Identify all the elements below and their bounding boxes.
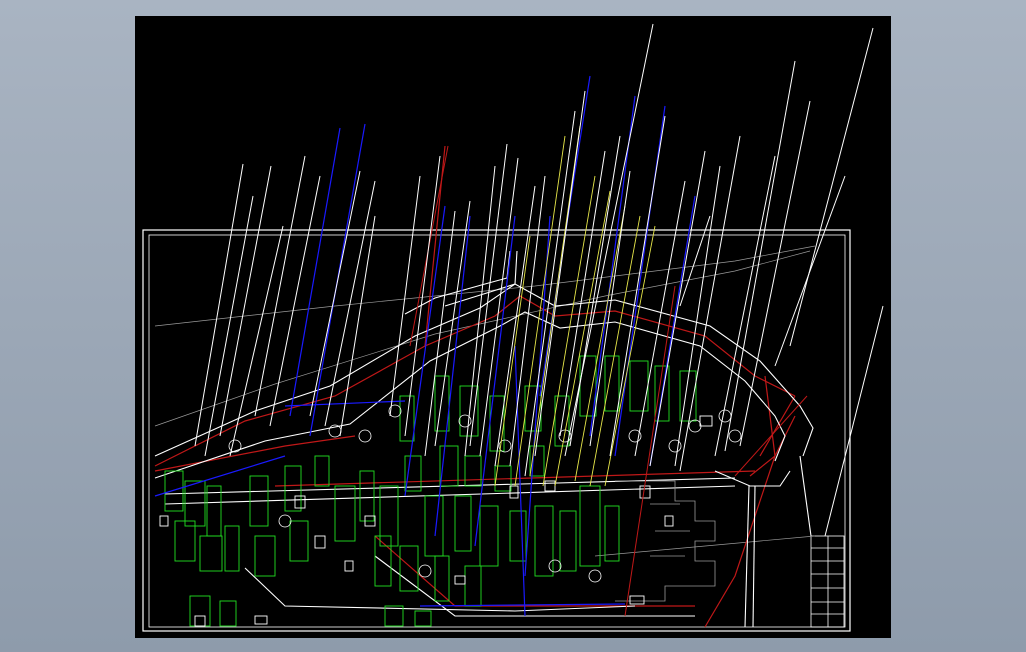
leader-line-33 xyxy=(824,305,884,537)
leader-line-29 xyxy=(714,155,776,457)
road-edges xyxy=(154,250,814,628)
tree-symbol-11 xyxy=(548,559,562,573)
tree-symbol-12 xyxy=(588,569,602,583)
site-plan-drawing xyxy=(142,23,884,632)
building-block-13 xyxy=(379,485,399,547)
leader-line-11 xyxy=(424,210,456,457)
tree-symbol-8 xyxy=(718,409,732,423)
building-block-3 xyxy=(174,520,196,562)
lot-outline-11 xyxy=(629,595,645,605)
building-block-41 xyxy=(219,600,237,627)
drawing-inner-border xyxy=(148,234,846,628)
tree-symbol-10 xyxy=(418,564,432,578)
building-block-34 xyxy=(534,505,554,577)
generated-layers xyxy=(154,23,884,627)
building-block-27 xyxy=(629,360,649,412)
leader-line-34 xyxy=(774,175,846,367)
cad-drawing-viewport[interactable] xyxy=(135,16,891,638)
lot-outline-0 xyxy=(159,515,169,527)
building-block-45 xyxy=(464,565,482,607)
building-block-31 xyxy=(454,495,472,552)
building-block-39 xyxy=(399,545,419,592)
building-block-30 xyxy=(424,495,444,557)
leader-line-26 xyxy=(649,150,706,467)
lot-outline-12 xyxy=(194,615,206,627)
terrain-lines xyxy=(154,245,816,557)
building-block-2 xyxy=(206,485,222,537)
pipe-line-4 xyxy=(474,215,516,547)
building-block-9 xyxy=(289,520,309,562)
leader-line-32 xyxy=(789,27,874,347)
lot-outline-10 xyxy=(699,415,713,427)
leader-line-30 xyxy=(724,60,796,452)
building-block-11 xyxy=(334,485,356,542)
leader-line-28 xyxy=(679,135,741,472)
building-block-18 xyxy=(459,385,479,437)
leader-line-27 xyxy=(674,165,721,467)
building-block-10 xyxy=(314,455,330,487)
building-block-5 xyxy=(224,525,240,572)
building-block-8 xyxy=(284,465,302,512)
tree-symbol-0 xyxy=(228,439,242,453)
building-block-32 xyxy=(479,505,499,567)
leader-line-14 xyxy=(469,143,508,447)
building-block-15 xyxy=(404,455,422,492)
lot-outline-6 xyxy=(664,515,674,527)
lot-outline-7 xyxy=(314,535,326,549)
building-block-22 xyxy=(524,385,542,432)
tree-symbol-9 xyxy=(278,514,292,528)
lot-outline-8 xyxy=(344,560,354,572)
leader-line-13 xyxy=(464,165,496,457)
lot-outline-13 xyxy=(254,615,268,625)
leader-line-15 xyxy=(479,157,519,457)
building-block-12 xyxy=(359,470,375,522)
red-leader-2 xyxy=(734,395,808,477)
building-block-43 xyxy=(414,610,432,627)
lot-outline-9 xyxy=(454,575,466,585)
leader-line-31 xyxy=(739,100,811,447)
yellow-leader-0 xyxy=(514,135,566,487)
tree-symbol-7 xyxy=(688,419,702,433)
tree-symbol-15 xyxy=(728,429,742,443)
building-block-19 xyxy=(464,455,482,487)
lot-outline-5 xyxy=(639,485,651,499)
building-block-35 xyxy=(559,510,577,572)
building-block-0 xyxy=(164,470,184,512)
tree-symbol-2 xyxy=(358,429,372,443)
building-block-4 xyxy=(199,535,223,572)
title-block xyxy=(810,535,845,628)
pipe-line-0 xyxy=(289,127,341,417)
building-block-36 xyxy=(579,485,601,567)
leader-line-23 xyxy=(564,23,654,457)
tree-symbol-14 xyxy=(668,439,682,453)
building-block-33 xyxy=(509,510,527,562)
lot-outline-4 xyxy=(544,480,556,492)
lot-outline-1 xyxy=(294,495,306,509)
building-block-7 xyxy=(254,535,276,577)
leader-line-22 xyxy=(589,170,631,447)
road-centerlines xyxy=(154,145,796,628)
building-block-26 xyxy=(604,355,620,412)
building-block-37 xyxy=(604,505,620,562)
building-block-40 xyxy=(189,595,211,627)
leader-line-2 xyxy=(219,165,272,437)
